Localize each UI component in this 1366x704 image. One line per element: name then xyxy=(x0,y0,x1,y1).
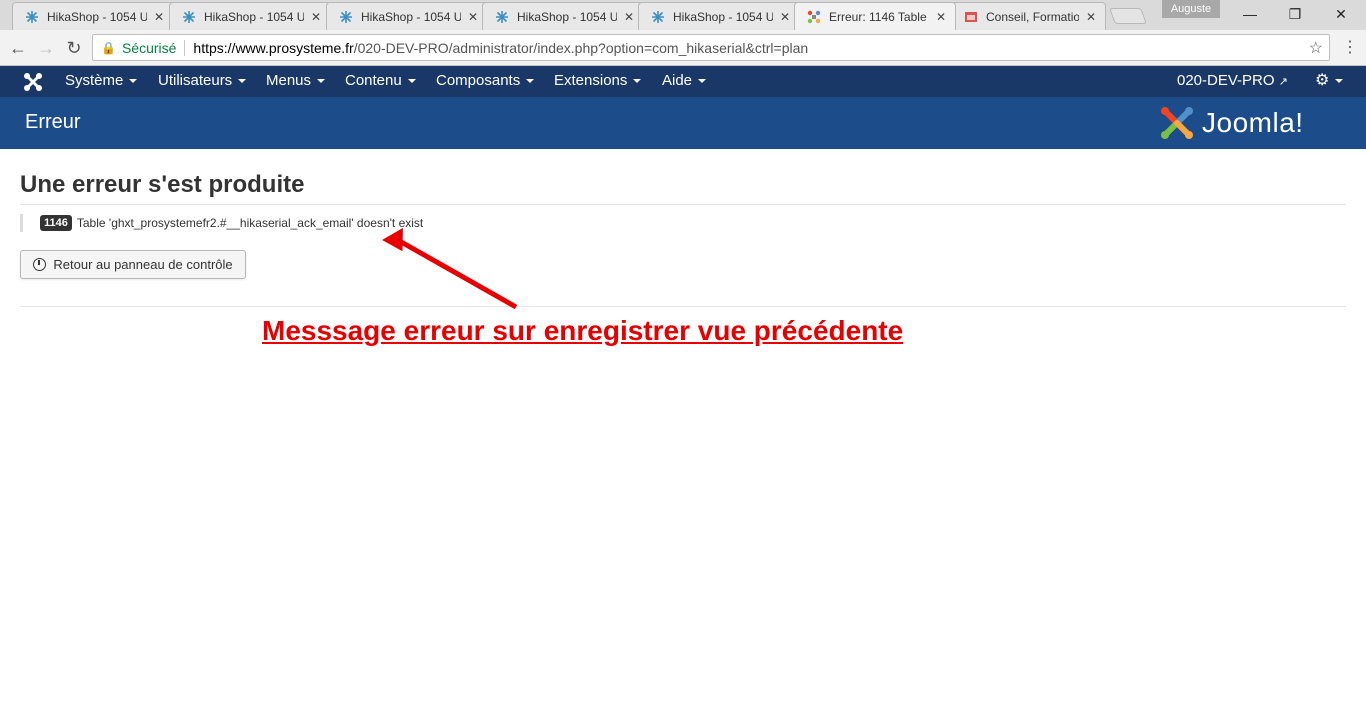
error-heading: Une erreur s'est produite xyxy=(20,171,305,198)
tab-title: HikaShop - 1054 U xyxy=(517,9,617,24)
caret-down-icon xyxy=(317,79,326,84)
tab-close-icon[interactable]: ✕ xyxy=(310,10,322,24)
caret-down-icon xyxy=(526,79,535,84)
tab-close-icon[interactable]: ✕ xyxy=(779,10,791,24)
menu-aide[interactable]: Aide xyxy=(662,66,707,97)
annotation-text: Messsage erreur sur enregistrer vue préc… xyxy=(262,315,904,346)
button-label: Retour au panneau de contrôle xyxy=(53,257,233,272)
caret-down-icon xyxy=(698,79,707,84)
site-link[interactable]: 020-DEV-PRO ↗ xyxy=(1177,66,1288,97)
tab-title: HikaShop - 1054 U xyxy=(673,9,773,24)
hikashop-favicon-icon xyxy=(25,10,39,24)
tab-close-icon[interactable]: ✕ xyxy=(935,10,947,24)
hikashop-favicon-icon xyxy=(339,10,353,24)
menu-label: Contenu xyxy=(345,72,402,89)
joomla-favicon-icon xyxy=(807,10,821,24)
tab-title: Conseil, Formation xyxy=(986,9,1079,24)
browser-menu-icon[interactable]: ⋮ xyxy=(1340,36,1360,60)
menu-label: Système xyxy=(65,72,124,89)
profile-badge[interactable]: Auguste xyxy=(1162,0,1220,18)
back-arrow-icon[interactable]: ← xyxy=(6,36,30,60)
hikashop-favicon-icon xyxy=(651,10,665,24)
back-to-control-panel-button[interactable]: Retour au panneau de contrôle xyxy=(20,250,246,279)
tab-close-icon[interactable]: ✕ xyxy=(1085,10,1097,24)
menu-label: Aide xyxy=(662,72,693,89)
power-icon xyxy=(33,258,47,271)
new-tab-button[interactable] xyxy=(1109,8,1147,24)
site-favicon-icon xyxy=(964,10,978,24)
page-header: Erreur Joomla! xyxy=(0,97,1366,149)
menu-utilisateurs[interactable]: Utilisateurs xyxy=(158,66,247,97)
menu-composants[interactable]: Composants xyxy=(436,66,535,97)
joomla-brand: Joomla! xyxy=(1158,104,1304,142)
close-window-icon[interactable]: ✕ xyxy=(1318,0,1364,28)
error-code-badge: 1146 xyxy=(40,215,72,231)
settings-menu[interactable]: ⚙ xyxy=(1315,66,1344,97)
joomla-logo-icon[interactable] xyxy=(22,71,44,93)
address-bar[interactable]: 🔒 Sécurisé https://www.prosysteme.fr/020… xyxy=(92,34,1330,61)
browser-tab[interactable]: HikaShop - 1054 U ✕ xyxy=(482,2,644,30)
browser-tab[interactable]: HikaShop - 1054 U ✕ xyxy=(12,2,174,30)
menu-menus[interactable]: Menus xyxy=(266,66,326,97)
browser-tab-strip: HikaShop - 1054 U ✕ HikaShop - 1054 U ✕ … xyxy=(0,0,1366,30)
minimize-icon[interactable]: — xyxy=(1227,0,1273,28)
menu-extensions[interactable]: Extensions xyxy=(554,66,642,97)
browser-tab[interactable]: HikaShop - 1054 U ✕ xyxy=(169,2,331,30)
bookmark-star-icon[interactable]: ☆ xyxy=(1309,38,1323,58)
menu-label: Extensions xyxy=(554,72,628,89)
external-link-icon: ↗ xyxy=(1278,76,1288,88)
hikashop-favicon-icon xyxy=(495,10,509,24)
caret-down-icon xyxy=(238,79,247,84)
tab-close-icon[interactable]: ✕ xyxy=(467,10,479,24)
tab-title: Erreur: 1146 Table xyxy=(829,9,927,24)
error-message: 1146 Table 'ghxt_prosystemefr2.#__hikase… xyxy=(40,215,423,231)
secure-label: Sécurisé xyxy=(121,39,177,56)
lock-icon: 🔒 xyxy=(101,40,116,55)
joomla-admin-menu: Système Utilisateurs Menus Contenu Compo… xyxy=(0,66,1366,97)
menu-systeme[interactable]: Système xyxy=(65,66,138,97)
browser-tab-active[interactable]: Erreur: 1146 Table ✕ xyxy=(794,2,956,30)
joomla-brand-logo-icon xyxy=(1161,107,1193,139)
omnibox-divider xyxy=(184,39,186,56)
menu-label: Composants xyxy=(436,72,521,89)
url-host: https://www.prosysteme.fr xyxy=(193,39,354,56)
tab-close-icon[interactable]: ✕ xyxy=(153,10,165,24)
browser-tab[interactable]: HikaShop - 1054 U ✕ xyxy=(326,2,488,30)
menu-contenu[interactable]: Contenu xyxy=(345,66,416,97)
tab-title: HikaShop - 1054 U xyxy=(204,9,304,24)
url-path: /020-DEV-PRO/administrator/index.php?opt… xyxy=(353,39,809,56)
browser-tab[interactable]: HikaShop - 1054 U ✕ xyxy=(638,2,800,30)
menu-label: Menus xyxy=(266,72,312,89)
caret-down-icon xyxy=(1335,79,1344,84)
site-name: 020-DEV-PRO xyxy=(1177,72,1275,89)
joomla-brand-text: Joomla! xyxy=(1202,107,1304,138)
annotation-arrow xyxy=(382,228,518,310)
browser-toolbar: ← → ↻ 🔒 Sécurisé https://www.prosysteme.… xyxy=(0,30,1366,66)
forward-arrow-icon[interactable]: → xyxy=(34,36,58,60)
restore-icon[interactable]: ❐ xyxy=(1272,0,1318,28)
error-text: Table 'ghxt_prosystemefr2.#__hikaserial_… xyxy=(76,216,424,230)
browser-tab[interactable]: Conseil, Formation ✕ xyxy=(951,2,1106,30)
hikashop-favicon-icon xyxy=(182,10,196,24)
tab-title: HikaShop - 1054 U xyxy=(47,9,147,24)
message-bar xyxy=(20,214,23,232)
menu-label: Utilisateurs xyxy=(158,72,233,89)
caret-down-icon xyxy=(633,79,642,84)
divider xyxy=(20,306,1346,307)
tab-close-icon[interactable]: ✕ xyxy=(623,10,635,24)
page-title: Erreur xyxy=(25,111,81,133)
tab-title: HikaShop - 1054 U xyxy=(361,9,461,24)
caret-down-icon xyxy=(407,79,416,84)
caret-down-icon xyxy=(129,79,138,84)
gear-icon: ⚙ xyxy=(1315,72,1330,89)
divider xyxy=(20,204,1346,205)
reload-icon[interactable]: ↻ xyxy=(62,36,86,60)
